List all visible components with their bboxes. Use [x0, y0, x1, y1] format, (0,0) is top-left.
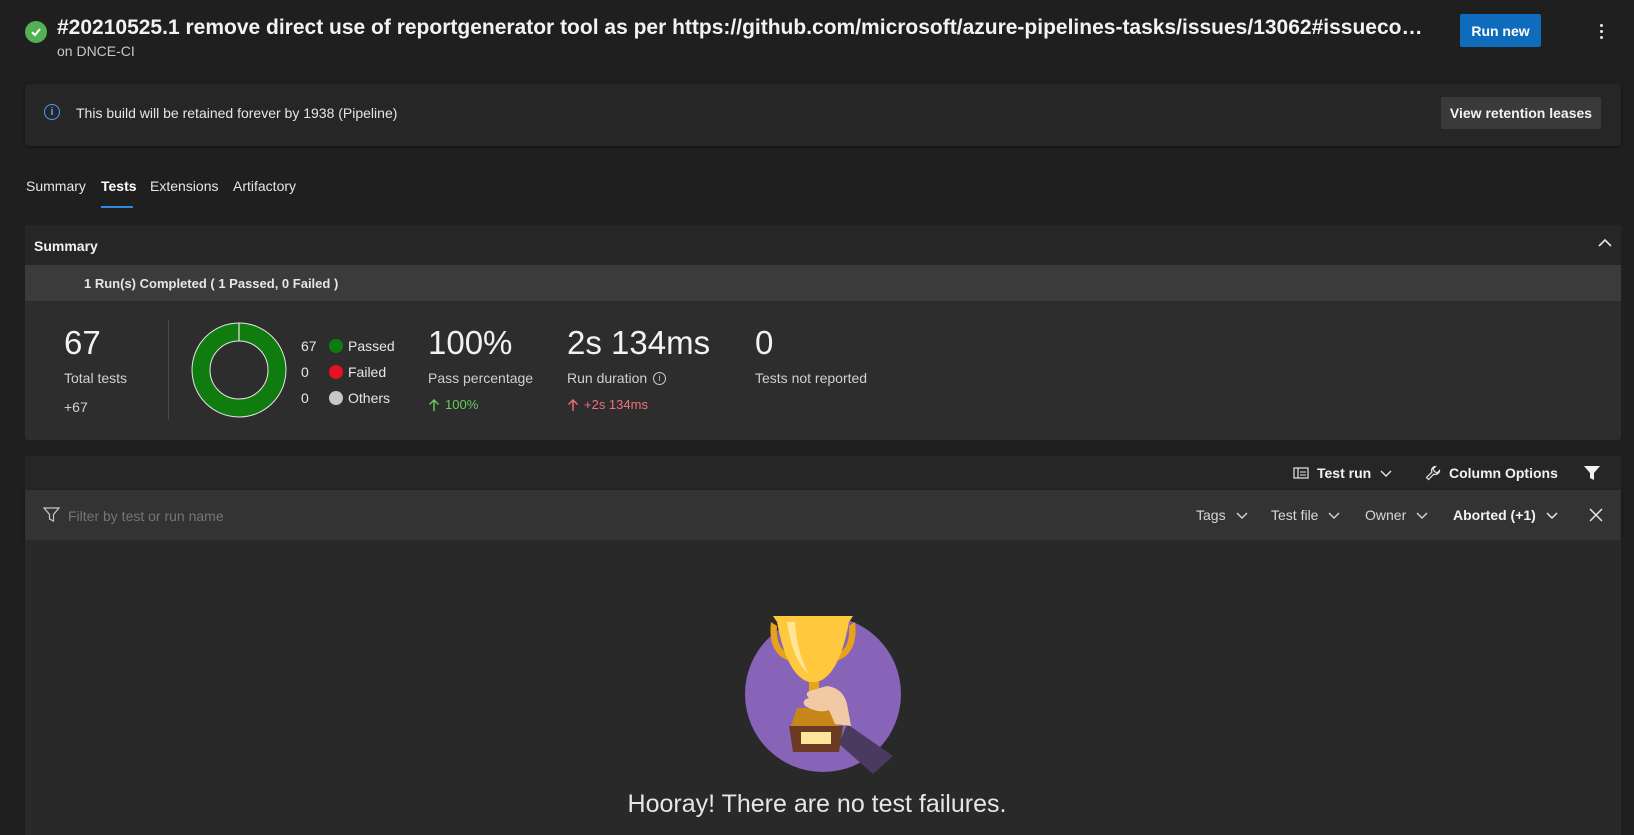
pass-percentage-value: 100%	[428, 324, 513, 361]
filter-funnel-icon[interactable]	[1583, 465, 1601, 481]
run-duration-delta: +2s 134ms	[567, 397, 648, 412]
passed-count: 67	[301, 338, 317, 354]
run-duration-value: 2s 134ms	[567, 324, 711, 361]
group-icon	[1293, 467, 1309, 479]
chevron-down-icon	[1236, 512, 1248, 519]
info-icon[interactable]: i	[653, 371, 667, 385]
test-run-label: Test run	[1317, 465, 1372, 481]
succeeded-status-icon	[25, 21, 47, 43]
runs-completed-text: 1 Run(s) Completed ( 1 Passed, 0 Failed …	[84, 276, 339, 291]
total-tests-label: Total tests	[64, 370, 128, 386]
column-options-label: Column Options	[1449, 465, 1558, 481]
chevron-down-icon	[1380, 470, 1392, 477]
arrow-up-icon	[568, 398, 578, 411]
run-duration-label-row: Run duration i	[567, 370, 667, 386]
total-tests-value: 67	[64, 324, 101, 361]
pass-percentage-delta: 100%	[428, 397, 478, 412]
pass-percentage-label: Pass percentage	[428, 370, 534, 386]
run-duration-label: Run duration	[567, 370, 648, 386]
tags-filter-dropdown[interactable]: Tags	[1196, 507, 1249, 523]
tab-artifactory[interactable]: Artifactory	[233, 178, 296, 194]
pass-percentage-delta-text: 100%	[445, 397, 479, 412]
test-file-filter-dropdown[interactable]: Test file	[1271, 507, 1341, 523]
chevron-down-icon	[1416, 512, 1428, 519]
test-file-filter-label: Test file	[1271, 507, 1319, 523]
group-by-test-run-dropdown[interactable]: Test run	[1293, 465, 1393, 481]
trophy-illustration-icon	[745, 616, 901, 774]
clear-filters-close-icon[interactable]	[1589, 508, 1603, 522]
retention-message: This build will be retained forever by 1…	[76, 105, 398, 121]
tab-summary[interactable]: Summary	[26, 178, 86, 194]
page-title: #20210525.1 remove direct use of reportg…	[57, 16, 1427, 39]
column-options-button[interactable]: Column Options	[1425, 465, 1558, 481]
view-retention-leases-button[interactable]: View retention leases	[1441, 97, 1601, 129]
total-tests-delta: +67	[64, 399, 88, 415]
failed-legend-label: Failed	[348, 364, 387, 380]
tags-filter-label: Tags	[1196, 507, 1226, 523]
outcome-donut-chart	[191, 322, 287, 418]
failed-count: 0	[301, 364, 309, 380]
outcome-filter-dropdown[interactable]: Aborted (+1)	[1453, 507, 1559, 523]
tab-tests[interactable]: Tests	[101, 178, 137, 194]
passed-legend-dot	[329, 339, 343, 353]
tab-extensions[interactable]: Extensions	[150, 178, 218, 194]
others-legend-dot	[329, 391, 343, 405]
others-legend-label: Others	[348, 390, 391, 406]
chevron-down-icon	[1328, 512, 1340, 519]
chevron-down-icon	[1546, 512, 1558, 519]
owner-filter-label: Owner	[1365, 507, 1407, 523]
owner-filter-dropdown[interactable]: Owner	[1365, 507, 1429, 523]
active-tab-indicator	[101, 206, 133, 208]
not-reported-label: Tests not reported	[755, 370, 868, 386]
run-duration-delta-text: +2s 134ms	[584, 397, 648, 412]
run-new-button[interactable]: Run new	[1460, 14, 1541, 47]
not-reported-value: 0	[755, 324, 774, 361]
passed-legend-label: Passed	[348, 338, 395, 354]
summary-section-title: Summary	[34, 238, 98, 254]
info-icon: i	[44, 104, 60, 120]
failed-legend-dot	[329, 365, 343, 379]
pipeline-name[interactable]: on DNCE-CI	[57, 43, 135, 59]
outcome-filter-label: Aborted (+1)	[1453, 507, 1536, 523]
filter-icon	[43, 507, 60, 522]
arrow-up-icon	[429, 398, 439, 411]
filter-test-run-input[interactable]	[68, 508, 468, 524]
no-failures-message: Hooray! There are no test failures.	[627, 790, 1007, 818]
chevron-up-icon[interactable]	[1596, 234, 1614, 252]
wrench-icon	[1425, 465, 1441, 481]
stats-divider	[168, 320, 169, 420]
summary-section-header[interactable]	[25, 225, 1621, 265]
others-count: 0	[301, 390, 309, 406]
more-actions-icon[interactable]	[1590, 18, 1612, 44]
